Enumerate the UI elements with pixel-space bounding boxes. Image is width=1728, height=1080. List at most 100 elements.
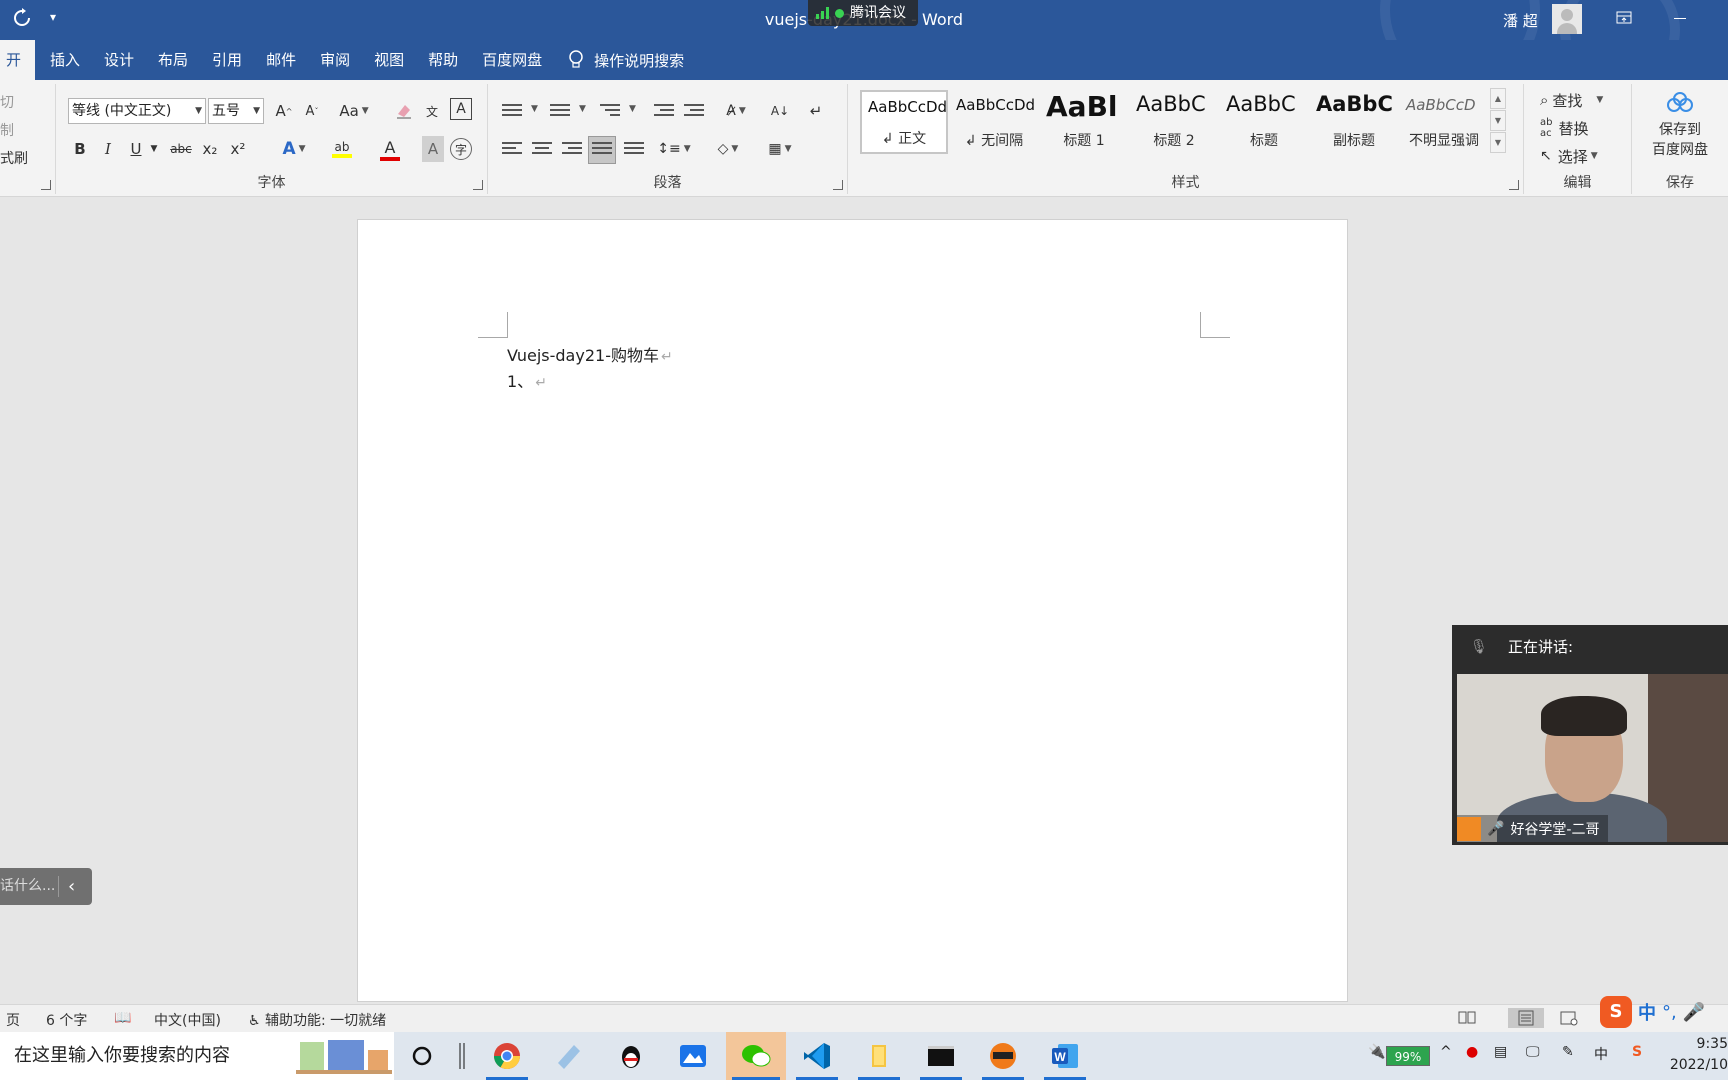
chevron-down-icon[interactable]: ▼ xyxy=(629,104,636,114)
ime-toolbar[interactable]: S 中 °, 🎤 xyxy=(1600,994,1728,1030)
numbering-icon[interactable] xyxy=(550,104,570,120)
font-color-icon[interactable]: A xyxy=(372,134,408,164)
document-line-2[interactable]: 1、 ↵ xyxy=(507,368,547,392)
multilevel-list-icon[interactable] xyxy=(600,104,620,120)
grow-font-icon[interactable]: A ^ xyxy=(272,98,296,124)
superscript-button[interactable]: x² xyxy=(226,136,250,162)
proofing-icon[interactable]: 📖 xyxy=(114,1010,131,1026)
tab-mailings[interactable]: 邮件 xyxy=(254,40,308,80)
character-border-icon[interactable]: A xyxy=(450,98,472,120)
language-indicator[interactable]: 中文(中国) xyxy=(154,1010,221,1030)
terminal-icon[interactable] xyxy=(914,1032,968,1080)
photos-app-icon[interactable] xyxy=(666,1032,720,1080)
tab-references[interactable]: 引用 xyxy=(200,40,254,80)
shading-icon[interactable]: ◇ ▼ xyxy=(710,136,746,162)
word-count[interactable]: 6 个字 xyxy=(46,1010,87,1030)
style-subtle-emphasis[interactable]: AaBbCcD 不明显强调 xyxy=(1400,90,1488,154)
meeting-video-panel[interactable]: 🎙 正在讲话: 🎤 好谷学堂-二哥 xyxy=(1452,625,1728,845)
font-size-combo[interactable]: 五号 ▼ xyxy=(208,98,264,124)
enclose-characters-icon[interactable]: 字 xyxy=(450,138,472,160)
replace-button[interactable]: ab ac 替换 xyxy=(1540,116,1589,140)
tab-design[interactable]: 设计 xyxy=(92,40,146,80)
decrease-indent-icon[interactable] xyxy=(654,104,674,120)
antivirus-icon[interactable]: ● xyxy=(1466,1044,1478,1060)
style-no-spacing[interactable]: AaBbCcDd ↲ 无间隔 xyxy=(950,90,1038,154)
user-name[interactable]: 潘 超 xyxy=(1503,10,1538,31)
style-title[interactable]: AaBbC 标题 xyxy=(1220,90,1308,154)
styles-more-icon[interactable]: ▼ xyxy=(1490,132,1506,153)
qq-icon[interactable] xyxy=(604,1032,658,1080)
clear-formatting-icon[interactable] xyxy=(392,98,416,124)
change-case-button[interactable]: Aa ▼ xyxy=(334,98,374,124)
power-icon[interactable]: 🔌 xyxy=(1368,1044,1385,1060)
style-subtitle[interactable]: AaBbC 副标题 xyxy=(1310,90,1398,154)
save-to-baidu-button[interactable]: 保存到 百度网盘 xyxy=(1638,90,1722,160)
ninja-app-icon[interactable] xyxy=(976,1032,1030,1080)
show-hidden-icons-icon[interactable]: ^ xyxy=(1440,1044,1452,1060)
borders-icon[interactable]: ▦ ▼ xyxy=(762,136,798,162)
line-spacing-icon[interactable]: ↕≡ ▼ xyxy=(656,136,692,162)
copy-button[interactable]: 复制 xyxy=(0,120,14,140)
show-marks-icon[interactable]: ↵ xyxy=(804,98,828,124)
tab-home[interactable]: 开始 xyxy=(0,40,35,80)
styles-launcher-icon[interactable] xyxy=(1509,180,1519,190)
strikethrough-button[interactable]: abc xyxy=(166,136,196,162)
floating-search-panel[interactable]: 话什么... ‹ xyxy=(0,868,92,905)
tab-layout[interactable]: 布局 xyxy=(146,40,200,80)
sort-icon[interactable]: A↓ xyxy=(768,98,792,124)
battery-indicator[interactable]: 99% xyxy=(1386,1046,1430,1066)
character-shading-icon[interactable]: A xyxy=(422,136,444,162)
phonetic-guide-icon[interactable]: 文 xyxy=(420,98,444,124)
clock[interactable]: 9:35 2022/10 xyxy=(1660,1034,1728,1076)
shrink-font-icon[interactable]: Aˇ xyxy=(300,98,324,124)
widget-apps-icon[interactable] xyxy=(294,1032,394,1080)
cortana-icon[interactable] xyxy=(396,1032,448,1080)
document-page[interactable]: Vuejs-day21-购物车 ↵ 1、 ↵ xyxy=(357,219,1348,1002)
chevron-left-icon[interactable]: ‹ xyxy=(68,868,75,905)
chevron-down-icon[interactable]: ▼ xyxy=(531,104,538,114)
font-launcher-icon[interactable] xyxy=(473,180,483,190)
text-effects-icon[interactable]: A ▼ xyxy=(276,136,312,162)
font-name-combo[interactable]: 等线 (中文正文) ▼ xyxy=(68,98,206,124)
wechat-icon[interactable] xyxy=(726,1032,786,1080)
paragraph-launcher-icon[interactable] xyxy=(833,180,843,190)
underline-button[interactable]: U xyxy=(124,136,148,162)
document-line-1[interactable]: Vuejs-day21-购物车 ↵ xyxy=(507,342,673,366)
format-painter-button[interactable]: 格式刷 xyxy=(0,148,28,168)
find-button[interactable]: ⌕ 查找 ▼ xyxy=(1540,88,1603,112)
voice-input-icon[interactable]: 🎤 xyxy=(1683,1002,1705,1023)
bullets-icon[interactable] xyxy=(502,104,522,120)
justify-icon[interactable] xyxy=(588,136,616,164)
tab-baidu-netdisk[interactable]: 百度网盘 xyxy=(470,40,554,80)
meeting-badge[interactable]: 腾讯会议 xyxy=(808,0,918,26)
vscode-icon[interactable] xyxy=(790,1032,844,1080)
page-indicator[interactable]: 页 xyxy=(6,1010,20,1030)
align-right-icon[interactable] xyxy=(562,142,582,158)
styles-scroll-down-icon[interactable]: ▼ xyxy=(1490,110,1506,131)
chrome-icon[interactable] xyxy=(480,1032,534,1080)
read-mode-icon[interactable] xyxy=(1456,1008,1478,1028)
punctuation-icon[interactable]: °, xyxy=(1662,1002,1677,1023)
increase-indent-icon[interactable] xyxy=(684,104,704,120)
ime-mode[interactable]: 中 xyxy=(1638,999,1656,1025)
network-icon[interactable]: 🖵 xyxy=(1526,1044,1540,1060)
bluetooth-icon[interactable]: ▤ xyxy=(1494,1044,1507,1060)
bold-button[interactable]: B xyxy=(68,136,92,162)
cut-button[interactable]: 剪切 xyxy=(0,92,14,112)
ribbon-display-options-icon[interactable] xyxy=(1614,8,1634,28)
style-heading-2[interactable]: AaBbC 标题 2 xyxy=(1130,90,1218,154)
align-left-icon[interactable] xyxy=(502,142,522,158)
select-button[interactable]: ↖ 选择 ▼ xyxy=(1540,144,1598,168)
word-icon[interactable]: W xyxy=(1038,1032,1092,1080)
tab-view[interactable]: 视图 xyxy=(362,40,416,80)
web-layout-icon[interactable] xyxy=(1558,1008,1580,1028)
pen-icon[interactable]: ✎ xyxy=(1562,1044,1574,1060)
chevron-down-icon[interactable]: ▼ xyxy=(579,104,586,114)
highlight-color-icon[interactable]: ab xyxy=(322,134,362,164)
editor-app-icon[interactable] xyxy=(542,1032,596,1080)
clipboard-launcher-icon[interactable] xyxy=(41,180,51,190)
italic-button[interactable]: I xyxy=(96,136,120,162)
accessibility-status[interactable]: ♿ 辅助功能: 一切就绪 xyxy=(248,1010,386,1030)
file-explorer-icon[interactable] xyxy=(852,1032,906,1080)
style-normal[interactable]: AaBbCcDd ↲ 正文 xyxy=(860,90,948,154)
